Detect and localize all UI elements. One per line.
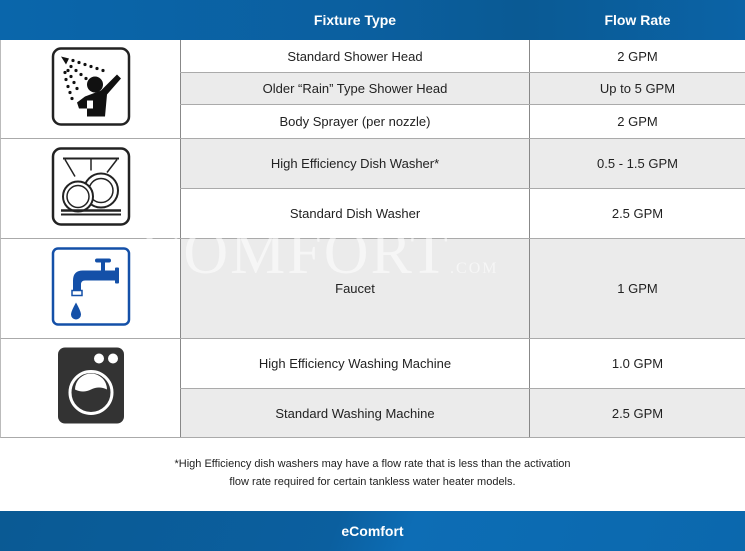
table-row: Standard Dish Washer 2.5 GPM [180,189,745,239]
fixture-cell: Older “Rain” Type Shower Head [180,73,530,104]
icon-cell-shower [0,40,180,139]
fixture-cell: Standard Shower Head [180,40,530,72]
footnote-line-1: *High Efficiency dish washers may have a… [174,458,571,470]
dishwasher-icon [51,146,131,231]
table-row: Older “Rain” Type Shower Head Up to 5 GP… [180,73,745,105]
table-row: Body Sprayer (per nozzle) 2 GPM [180,105,745,139]
flow-rate-cell: 2 GPM [617,48,658,64]
footnote: *High Efficiency dish washers may have a… [0,455,745,491]
flow-rate-cell: 1 GPM [617,281,658,296]
faucet-icon [51,246,131,331]
column-header-flow-rate: Flow Rate [604,12,671,28]
fixture-cell: Faucet [180,239,530,338]
table-row: Faucet 1 GPM [180,239,745,339]
icon-cell-faucet [0,239,180,339]
shower-icon [51,47,131,132]
table-row: High Efficiency Dish Washer* 0.5 - 1.5 G… [180,139,745,189]
flow-rate-table: Standard Shower Head 2 GPM Older “Rain” … [0,40,745,438]
footer-brand: eComfort [341,523,404,539]
fixture-cell: Body Sprayer (per nozzle) [180,105,530,138]
fixture-cell: High Efficiency Dish Washer* [180,139,530,188]
footer-brand-bar: eComfort [0,511,745,551]
flow-rate-cell: 2 GPM [617,114,658,129]
table-row: Standard Washing Machine 2.5 GPM [180,389,745,438]
icon-cell-washing-machine [0,339,180,438]
flow-rate-cell: Up to 5 GPM [599,81,676,96]
column-header-fixture-type: Fixture Type [313,12,397,28]
flow-rate-cell: 0.5 - 1.5 GPM [597,156,678,171]
fixture-cell: Standard Dish Washer [180,189,530,238]
washing-machine-icon [56,346,126,431]
flow-rate-cell: 1.0 GPM [611,356,664,371]
table-header: Fixture Type Flow Rate [0,0,745,40]
flow-rate-cell: 2.5 GPM [611,405,664,421]
icon-cell-dishwasher [0,139,180,239]
flow-rate-cell: 2.5 GPM [611,206,664,221]
fixture-cell: Standard Washing Machine [180,389,530,437]
fixture-cell: High Efficiency Washing Machine [180,339,530,388]
table-row: Standard Shower Head 2 GPM [180,40,745,73]
footnote-line-2: flow rate required for certain tankless … [229,476,516,488]
table-row: High Efficiency Washing Machine 1.0 GPM [180,339,745,389]
